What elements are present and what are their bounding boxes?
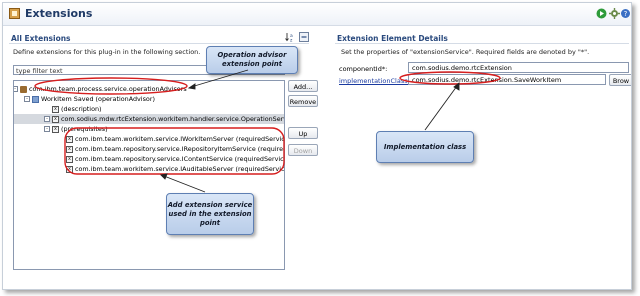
extensions-editor: Extensions ? All Extensions a z Define e…: [2, 2, 632, 290]
all-extensions-title: All Extensions: [11, 34, 71, 43]
tree-node[interactable]: - x com.sodius.mdw.rtcExtension.workitem.h…: [14, 114, 284, 124]
tree-node-label: WorkItem Saved (operationAdvisor): [41, 95, 155, 103]
implementation-class-field[interactable]: com.sodius.demo.rtcExtension.SaveWorkIte…: [408, 74, 606, 85]
sort-icon[interactable]: a z: [285, 32, 295, 42]
tree-toggle-icon[interactable]: -: [44, 116, 50, 122]
component-id-field[interactable]: com.sodius.demo.rtcExtension: [408, 62, 629, 73]
collapse-icon[interactable]: [299, 32, 309, 42]
tree-node-label: com.ibm.team.repository.service.IReposit…: [75, 145, 284, 153]
attribute-icon: x: [66, 135, 73, 143]
component-id-label: componentId*:: [339, 65, 388, 73]
element-details-title: Extension Element Details: [337, 34, 448, 43]
up-button[interactable]: Up: [288, 127, 318, 139]
callout-operation-advisor: Operation advisor extension point: [206, 46, 298, 74]
tree-node-label: (description): [61, 105, 102, 113]
tree-toggle-icon[interactable]: -: [44, 126, 50, 132]
section-description: Define extensions for this plug-in in th…: [13, 48, 201, 56]
svg-text:?: ?: [624, 10, 628, 18]
svg-text:z: z: [290, 39, 293, 43]
tree-node-label: com.ibm.team.process.service.operationAd…: [29, 85, 187, 93]
tree-node[interactable]: x com.ibm.team.repository.service.IConten…: [14, 154, 284, 164]
run-icon[interactable]: [596, 8, 607, 19]
add-button[interactable]: Add...: [288, 80, 318, 92]
section-divider: [9, 43, 309, 44]
attribute-icon: x: [66, 145, 73, 153]
remove-button[interactable]: Remove: [288, 95, 318, 107]
tree-node-label: com.sodius.mdw.rtcExtension.workitem.han…: [61, 115, 284, 123]
tree-node[interactable]: x (description): [14, 104, 284, 114]
extensions-tree[interactable]: - com.ibm.team.process.service.operationA…: [13, 80, 285, 270]
implementation-class-link[interactable]: implementationClass*:: [339, 77, 413, 85]
tree-node-label: (prerequisites): [61, 125, 108, 133]
details-divider: [335, 43, 629, 44]
tree-node[interactable]: - x (prerequisites): [14, 124, 284, 134]
attribute-icon: x: [52, 115, 59, 123]
down-button: Down: [288, 144, 318, 156]
page-title: Extensions: [25, 7, 93, 20]
callout-implementation-class: Implementation class: [376, 131, 474, 163]
attribute-icon: x: [52, 125, 59, 133]
attribute-icon: x: [66, 165, 73, 173]
extensions-icon: [9, 8, 20, 19]
tree-node[interactable]: - WorkItem Saved (operationAdvisor): [14, 94, 284, 104]
tree-toggle-icon[interactable]: -: [24, 96, 30, 102]
tree-node[interactable]: - com.ibm.team.process.service.operationA…: [14, 84, 284, 94]
attribute-icon: x: [66, 155, 73, 163]
tree-toggle-icon[interactable]: -: [14, 86, 18, 92]
tree-node-label: com.ibm.team.workitem.service.IWorkItemS…: [75, 135, 285, 143]
title-bar: Extensions ?: [3, 3, 631, 26]
tree-node[interactable]: x com.ibm.team.repository.service.IReposi…: [14, 144, 284, 154]
callout-add-service: Add extension service used in the extens…: [166, 193, 254, 235]
tree-node[interactable]: x com.ibm.team.workitem.service.IWorkItem…: [14, 134, 284, 144]
tree-node-label: com.ibm.team.repository.service.IContent…: [75, 155, 285, 163]
browse-button[interactable]: Brow: [609, 74, 631, 86]
element-icon: [32, 95, 39, 103]
help-icon[interactable]: ?: [620, 8, 631, 19]
tree-node-label: com.ibm.team.workitem.service.IAuditable…: [75, 165, 285, 173]
attribute-icon: x: [52, 105, 59, 113]
extension-point-icon: [20, 85, 27, 93]
details-description: Set the properties of "extensionService"…: [341, 48, 590, 56]
settings-icon[interactable]: [609, 8, 620, 19]
tree-node[interactable]: x com.ibm.team.workitem.service.IAuditabl…: [14, 164, 284, 174]
